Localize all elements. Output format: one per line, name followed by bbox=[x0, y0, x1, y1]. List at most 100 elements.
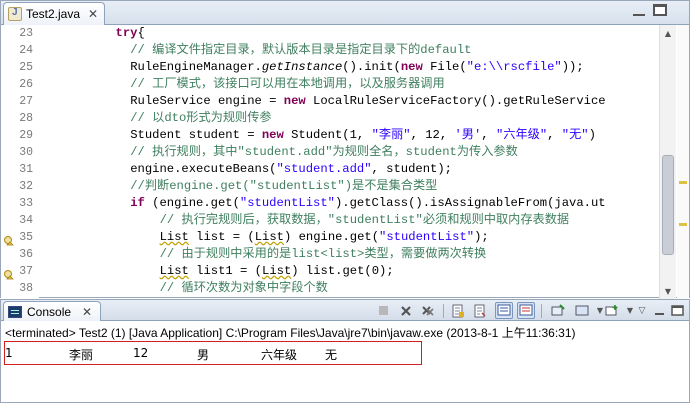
console-tab-title: Console bbox=[27, 304, 72, 319]
remove-launch-icon[interactable] bbox=[397, 302, 415, 319]
code-token: if bbox=[130, 196, 145, 210]
code-token: RuleEngineManager. bbox=[130, 60, 262, 74]
code-line[interactable]: try{ bbox=[116, 25, 145, 42]
minimize-icon[interactable] bbox=[651, 302, 669, 319]
scroll-lock-icon[interactable] bbox=[449, 302, 467, 319]
code-line[interactable]: // 循环次数为对象中字段个数 bbox=[160, 280, 328, 297]
code-token: // 以dto形式为规则传参 bbox=[130, 111, 272, 125]
console-panel: Console ✕ ▼ ▼ ▽ <terminated> Test2 (1) [… bbox=[0, 299, 690, 403]
code-token: File( bbox=[422, 60, 467, 74]
code-token: try bbox=[115, 26, 138, 40]
display-selected-console-icon[interactable] bbox=[573, 302, 591, 319]
view-menu-icon[interactable]: ▽ bbox=[633, 302, 651, 319]
code-line[interactable]: // 执行完规则后，获取数据，"studentList"必须和规则中取内存表数据 bbox=[160, 212, 570, 229]
warning-marker[interactable] bbox=[679, 181, 687, 184]
code-token: "student.add" bbox=[276, 162, 372, 176]
code-token: new bbox=[400, 60, 423, 74]
output-id: 1 bbox=[5, 346, 13, 360]
code-line[interactable]: RuleService engine = new LocalRuleServic… bbox=[130, 93, 605, 110]
code-line[interactable]: // 编译文件指定目录，默认版本目录是指定目录下的default bbox=[130, 42, 471, 59]
code-token: { bbox=[137, 26, 145, 40]
editor-vertical-scrollbar[interactable]: ▲ ▼ bbox=[659, 25, 676, 299]
remove-all-terminated-icon[interactable] bbox=[419, 302, 437, 319]
editor-tab-test2[interactable]: Test2.java ✕ bbox=[3, 2, 105, 25]
minimize-icon[interactable] bbox=[633, 6, 645, 16]
scroll-up-icon[interactable]: ▲ bbox=[660, 25, 676, 41]
code-token: // 循环次数为对象中字段个数 bbox=[159, 281, 328, 295]
line-number: 34 bbox=[19, 214, 33, 227]
console-output-box[interactable]: 1 李丽 12 男 六年级 无 bbox=[4, 341, 422, 365]
show-on-error-icon[interactable] bbox=[517, 302, 535, 319]
code-token: engine.executeBeans( bbox=[130, 162, 277, 176]
close-icon[interactable]: ✕ bbox=[88, 7, 98, 21]
code-token: List bbox=[254, 230, 284, 244]
code-token: (engine.get( bbox=[144, 196, 240, 210]
editor-panel: Test2.java ✕ 232425262728293031323334353… bbox=[0, 0, 690, 299]
code-token: ); bbox=[474, 230, 489, 244]
editor-tab-title: Test2.java bbox=[26, 7, 81, 21]
scroll-down-icon[interactable]: ▼ bbox=[660, 283, 676, 299]
overview-ruler[interactable] bbox=[677, 25, 689, 299]
output-name: 李丽 bbox=[69, 348, 94, 362]
open-console-icon[interactable] bbox=[603, 302, 621, 319]
code-token: ().init( bbox=[342, 60, 401, 74]
terminate-icon[interactable] bbox=[374, 302, 392, 319]
warning-marker[interactable] bbox=[679, 223, 687, 226]
code-line[interactable]: // 以dto形式为规则传参 bbox=[130, 110, 271, 127]
console-status-text: <terminated> Test2 (1) [Java Application… bbox=[5, 326, 576, 340]
code-token: "无" bbox=[561, 128, 589, 142]
console-output-row: 1 李丽 12 男 六年级 无 bbox=[5, 346, 419, 362]
code-token: , student); bbox=[371, 162, 452, 176]
code-token: // 工厂模式，该接口可以用在本地调用，以及服务器调用 bbox=[130, 77, 445, 91]
scrollbar-thumb[interactable] bbox=[662, 155, 674, 255]
code-line[interactable]: // 工厂模式，该接口可以用在本地调用，以及服务器调用 bbox=[130, 76, 444, 93]
code-line[interactable]: // 执行规则，其中"student.add"为规则全名，student为传入参… bbox=[130, 144, 518, 161]
code-line[interactable]: Student student = new Student(1, "李丽", 1… bbox=[130, 127, 596, 144]
code-token: '男' bbox=[454, 128, 482, 142]
line-number: 25 bbox=[19, 61, 33, 74]
java-file-icon bbox=[8, 7, 22, 21]
toolbar-separator bbox=[443, 304, 444, 318]
code-token: // 执行完规则后，获取数据，"studentList"必须和规则中取内存表数据 bbox=[159, 213, 570, 227]
code-token: ) bbox=[588, 128, 596, 142]
code-token: new bbox=[283, 94, 306, 108]
code-token: ).getClass().isAssignableFrom(java.ut bbox=[334, 196, 606, 210]
code-line[interactable]: if (engine.get("studentList").getClass()… bbox=[130, 195, 605, 212]
code-line[interactable]: List list1 = (List) list.get(0); bbox=[160, 263, 394, 280]
code-line[interactable]: //判断engine.get("studentList")是不是集合类型 bbox=[130, 178, 437, 195]
code-token: , bbox=[547, 128, 562, 142]
console-tab-bar: Console ✕ ▼ ▼ ▽ bbox=[1, 300, 689, 321]
line-number: 33 bbox=[19, 197, 33, 210]
maximize-icon[interactable] bbox=[669, 302, 687, 319]
line-number: 31 bbox=[19, 163, 33, 176]
code-token: "李丽" bbox=[371, 128, 411, 142]
code-token: Student(1, bbox=[283, 128, 372, 142]
output-gender: 男 bbox=[197, 348, 210, 362]
code-line[interactable]: // 由于规则中采用的是list<list>类型，需要做两次转换 bbox=[160, 246, 487, 263]
close-icon[interactable]: ✕ bbox=[82, 305, 92, 319]
code-token: ) engine.get( bbox=[283, 230, 380, 244]
show-on-output-icon[interactable] bbox=[495, 302, 513, 319]
code-token: , bbox=[481, 128, 496, 142]
console-tab[interactable]: Console ✕ bbox=[3, 301, 101, 321]
line-number: 32 bbox=[19, 180, 33, 193]
line-number: 27 bbox=[19, 95, 33, 108]
maximize-icon[interactable] bbox=[653, 4, 667, 16]
code-token: //判断engine.get("studentList")是不是集合类型 bbox=[130, 179, 438, 193]
line-number: 30 bbox=[19, 146, 33, 159]
console-icon bbox=[8, 305, 22, 318]
code-line[interactable]: RuleEngineManager.getInstance().init(new… bbox=[130, 59, 584, 76]
warning-icon[interactable] bbox=[4, 266, 15, 280]
code-line[interactable]: engine.executeBeans("student.add", stude… bbox=[130, 161, 452, 178]
code-token: )); bbox=[561, 60, 584, 74]
code-line[interactable]: List list = (List) engine.get("studentLi… bbox=[160, 229, 489, 246]
word-wrap-icon[interactable] bbox=[471, 302, 489, 319]
code-token: List bbox=[262, 264, 292, 278]
warning-icon[interactable] bbox=[4, 232, 15, 246]
code-token: getInstance bbox=[261, 60, 343, 74]
code-token: "studentList" bbox=[239, 196, 335, 210]
code-token: new bbox=[261, 128, 284, 142]
code-editor[interactable]: try{// 编译文件指定目录，默认版本目录是指定目录下的default Rule… bbox=[39, 25, 659, 299]
pin-console-icon[interactable] bbox=[549, 302, 567, 319]
line-number: 26 bbox=[19, 78, 33, 91]
